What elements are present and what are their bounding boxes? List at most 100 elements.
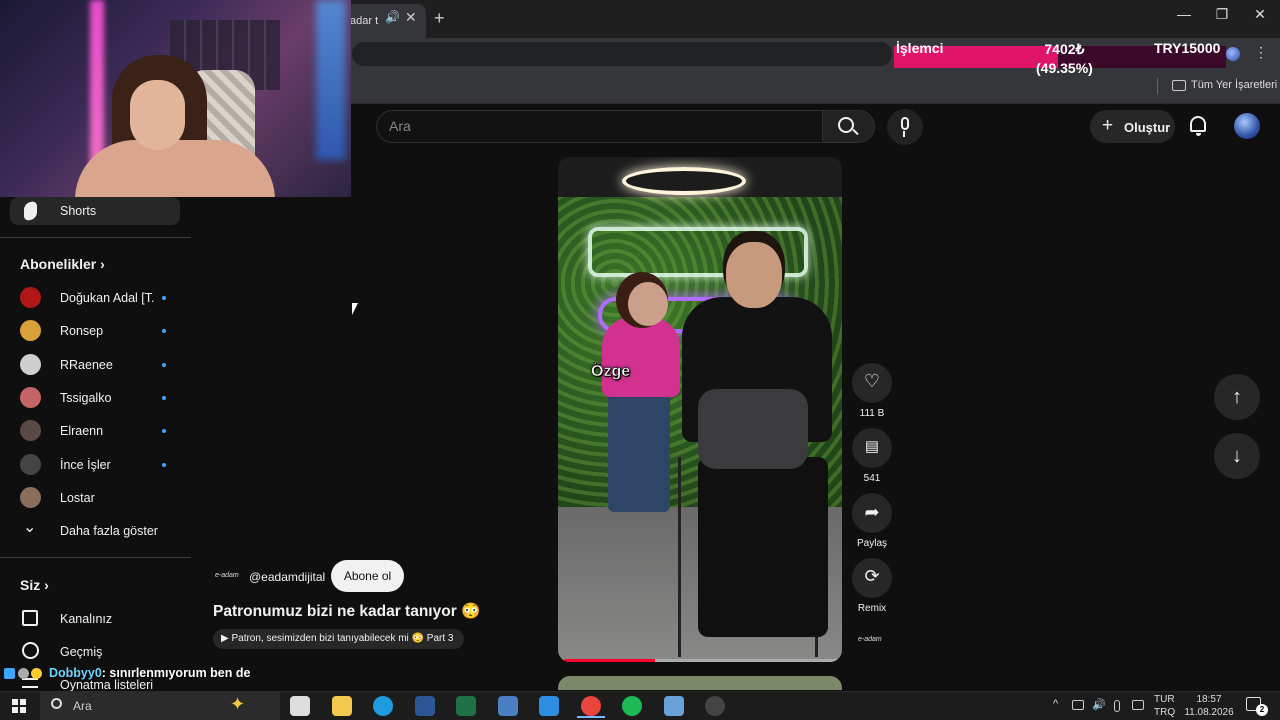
you-heading[interactable]: Siz › [20,577,49,593]
new-content-dot [162,296,166,300]
minimize-button[interactable]: — [1164,6,1204,22]
word-icon[interactable] [414,696,435,716]
close-window-button[interactable]: ✕ [1240,6,1280,23]
cpu-percent: (49.35%) [1036,60,1093,76]
remix-icon: ⟳ [864,566,880,586]
plus-icon: + [1102,115,1114,136]
browser-profile-icon[interactable] [1226,47,1240,61]
sidebar-subscription-item[interactable]: Ronsep [0,314,191,347]
mouse-cursor-icon [352,303,358,315]
sidebar-item-label: Shorts [60,204,97,218]
language-top: TUR [1154,694,1175,705]
search-input[interactable] [376,110,823,143]
playlist-icon [22,678,38,688]
mic-tray-icon[interactable] [1114,700,1120,712]
share-icon: ➦ [864,502,880,522]
like-button[interactable]: ♡ [852,363,892,403]
chat-badge-icon [4,668,15,679]
history-icon [22,642,39,659]
like-count: 111 B [859,408,885,419]
search-icon [838,117,854,133]
sidebar-item-label: Geçmiş [60,645,103,659]
address-bar[interactable] [352,42,892,66]
sidebar-item-label: Kanalınız [60,612,113,626]
taskbar-clock[interactable]: 18:57 11.08.2026 [1184,693,1234,719]
start-icon-square [20,707,26,713]
remix-button[interactable]: ⟳ [852,558,892,598]
cpu-amount: 7402₺ [1044,41,1085,57]
sidebar-subscription-item[interactable]: RRaenee [0,348,191,381]
sidebar-subscription-item[interactable]: Doğukan Adal [T... [0,281,191,314]
comment-button[interactable]: ▤ [852,428,892,468]
windows-start-icon[interactable] [12,699,28,715]
sidebar-subscription-item[interactable]: Lostar [0,481,191,514]
edge-icon[interactable] [373,696,393,716]
folder-icon[interactable] [1172,80,1186,91]
clock-date: 11.08.2026 [1184,707,1234,718]
video-man-head [726,242,782,308]
notification-count-badge: 2 [1256,704,1268,716]
cpu-value: 7402₺ (49.35%) [1036,40,1093,78]
new-content-dot [162,329,166,334]
chevron-right-icon: › [100,256,105,272]
sidebar-subscription-item[interactable]: İnce İşler [0,448,191,481]
channel-avatar [20,486,41,508]
previous-short-button[interactable]: ↑ [1214,374,1260,420]
new-content-dot [162,462,166,467]
file-explorer-icon[interactable] [331,696,352,716]
channel-handle[interactable]: @eadamdijital [249,570,325,584]
sidebar-item-label: İnce İşler [60,457,111,472]
tab-audio-icon[interactable]: 🔊 [385,10,400,24]
share-button[interactable]: ➦ [852,493,892,533]
bell-icon-clapper [1196,133,1201,136]
next-video-preview[interactable] [558,676,842,690]
settings-icon[interactable] [663,696,684,716]
battery-icon[interactable] [1072,700,1084,710]
video-title[interactable]: Patronumuz bizi ne kadar tanıyor 😳 [213,602,480,621]
subscriptions-heading-label: Abonelikler [20,256,97,272]
sidebar-item-label: RRaenee [60,357,113,372]
avatar[interactable] [1234,113,1260,139]
shorts-video-player[interactable]: Özge [558,157,842,662]
obs-icon[interactable] [705,696,725,716]
create-label: Oluştur [1124,120,1171,135]
cpu-label: İşlemci [896,40,944,56]
mic-icon [901,117,909,130]
network-icon[interactable] [1132,700,1144,710]
sidebar-subscription-item[interactable]: Elraenn [0,414,191,447]
tray-expand-icon[interactable]: ^ [1053,698,1058,710]
sidebar-subscription-item[interactable]: Tssigalko [0,381,191,414]
chat-message: Dobbyy0: sınırlenmıyorum ben de [49,666,250,680]
chat-badge-icon [18,668,29,679]
sidebar-item-history[interactable]: Geçmiş [0,635,191,668]
excel-icon[interactable] [456,696,476,716]
sidebar-item-your-channel[interactable]: Kanalınız [0,602,191,635]
neon-light [316,0,346,160]
browser-menu-icon[interactable]: ⋮ [1254,44,1268,61]
spotify-icon[interactable] [622,696,642,716]
bell-icon[interactable] [1190,116,1206,132]
chrome-icon[interactable] [580,696,601,716]
copilot-sparkle-icon[interactable]: ✦ [230,694,245,715]
channel-logo[interactable]: e-adam [215,572,239,579]
new-content-dot [162,429,166,434]
all-bookmarks-link[interactable]: Tüm Yer İşaretleri [1191,79,1277,91]
subscribe-button[interactable]: Abone ol [331,560,404,592]
next-short-button[interactable]: ↓ [1214,433,1260,479]
new-tab-button[interactable]: + [434,8,445,29]
calculator-icon[interactable] [497,696,518,716]
channel-thumbnail[interactable]: e-adam [858,636,882,643]
maximize-button[interactable]: ❐ [1202,6,1242,23]
chat-badge-icon [31,668,42,679]
language-indicator[interactable]: TUR TRQ [1154,693,1175,719]
channel-avatar [20,386,41,408]
tab-close-icon[interactable]: ✕ [405,9,417,26]
new-content-dot [162,362,166,367]
chevron-right-icon: › [44,577,49,593]
sidebar-item-show-more[interactable]: ⌄ Daha fazla göster [0,514,191,547]
task-view-icon[interactable] [290,696,310,716]
volume-icon[interactable]: 🔊 [1092,698,1106,711]
heart-icon: ♡ [863,371,881,391]
subscriptions-heading[interactable]: Abonelikler › [20,256,105,272]
store-icon[interactable] [539,696,559,716]
